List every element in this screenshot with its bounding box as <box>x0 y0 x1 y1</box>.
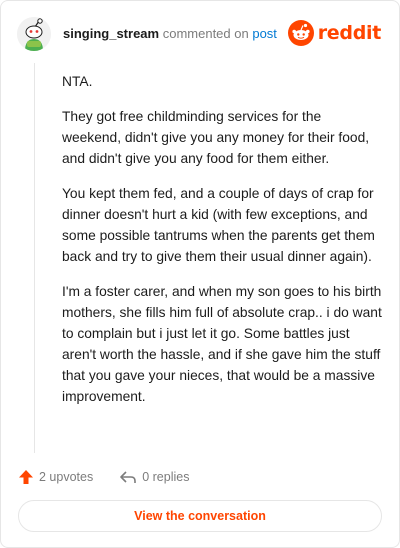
username[interactable]: singing_stream <box>63 26 159 41</box>
upvote-button[interactable]: 2 upvotes <box>18 469 93 485</box>
reply-arrow-icon <box>120 471 137 483</box>
reply-count: 0 replies <box>142 470 190 484</box>
comment-header: singing_stream commented on post reddit <box>17 17 383 51</box>
upvote-arrow-icon <box>19 470 33 484</box>
comment-meta: singing_stream commented on post <box>63 26 277 41</box>
reddit-wordmark: reddit <box>317 22 382 44</box>
thread-line <box>34 63 35 453</box>
comment-card: singing_stream commented on post reddit … <box>0 0 400 548</box>
avatar[interactable] <box>17 17 51 51</box>
commented-on-text: commented on <box>162 26 249 41</box>
comment-body: NTA. They got free childminding services… <box>62 71 382 421</box>
post-link[interactable]: post <box>252 26 277 41</box>
reply-button[interactable]: 0 replies <box>119 469 189 485</box>
view-conversation-button[interactable]: View the conversation <box>18 500 382 532</box>
snoo-avatar-icon <box>17 17 51 51</box>
reddit-brand[interactable]: reddit <box>287 19 382 47</box>
comment-paragraph: They got free childminding services for … <box>62 109 370 166</box>
reddit-logo-icon <box>287 20 314 46</box>
comment-paragraph: I'm a foster carer, and when my son goes… <box>62 284 382 404</box>
upvote-count: 2 upvotes <box>39 470 94 484</box>
comment-paragraph: NTA. <box>62 74 93 89</box>
comment-actions: 2 upvotes 0 replies <box>18 467 383 487</box>
comment-paragraph: You kept them fed, and a couple of days … <box>62 186 375 264</box>
